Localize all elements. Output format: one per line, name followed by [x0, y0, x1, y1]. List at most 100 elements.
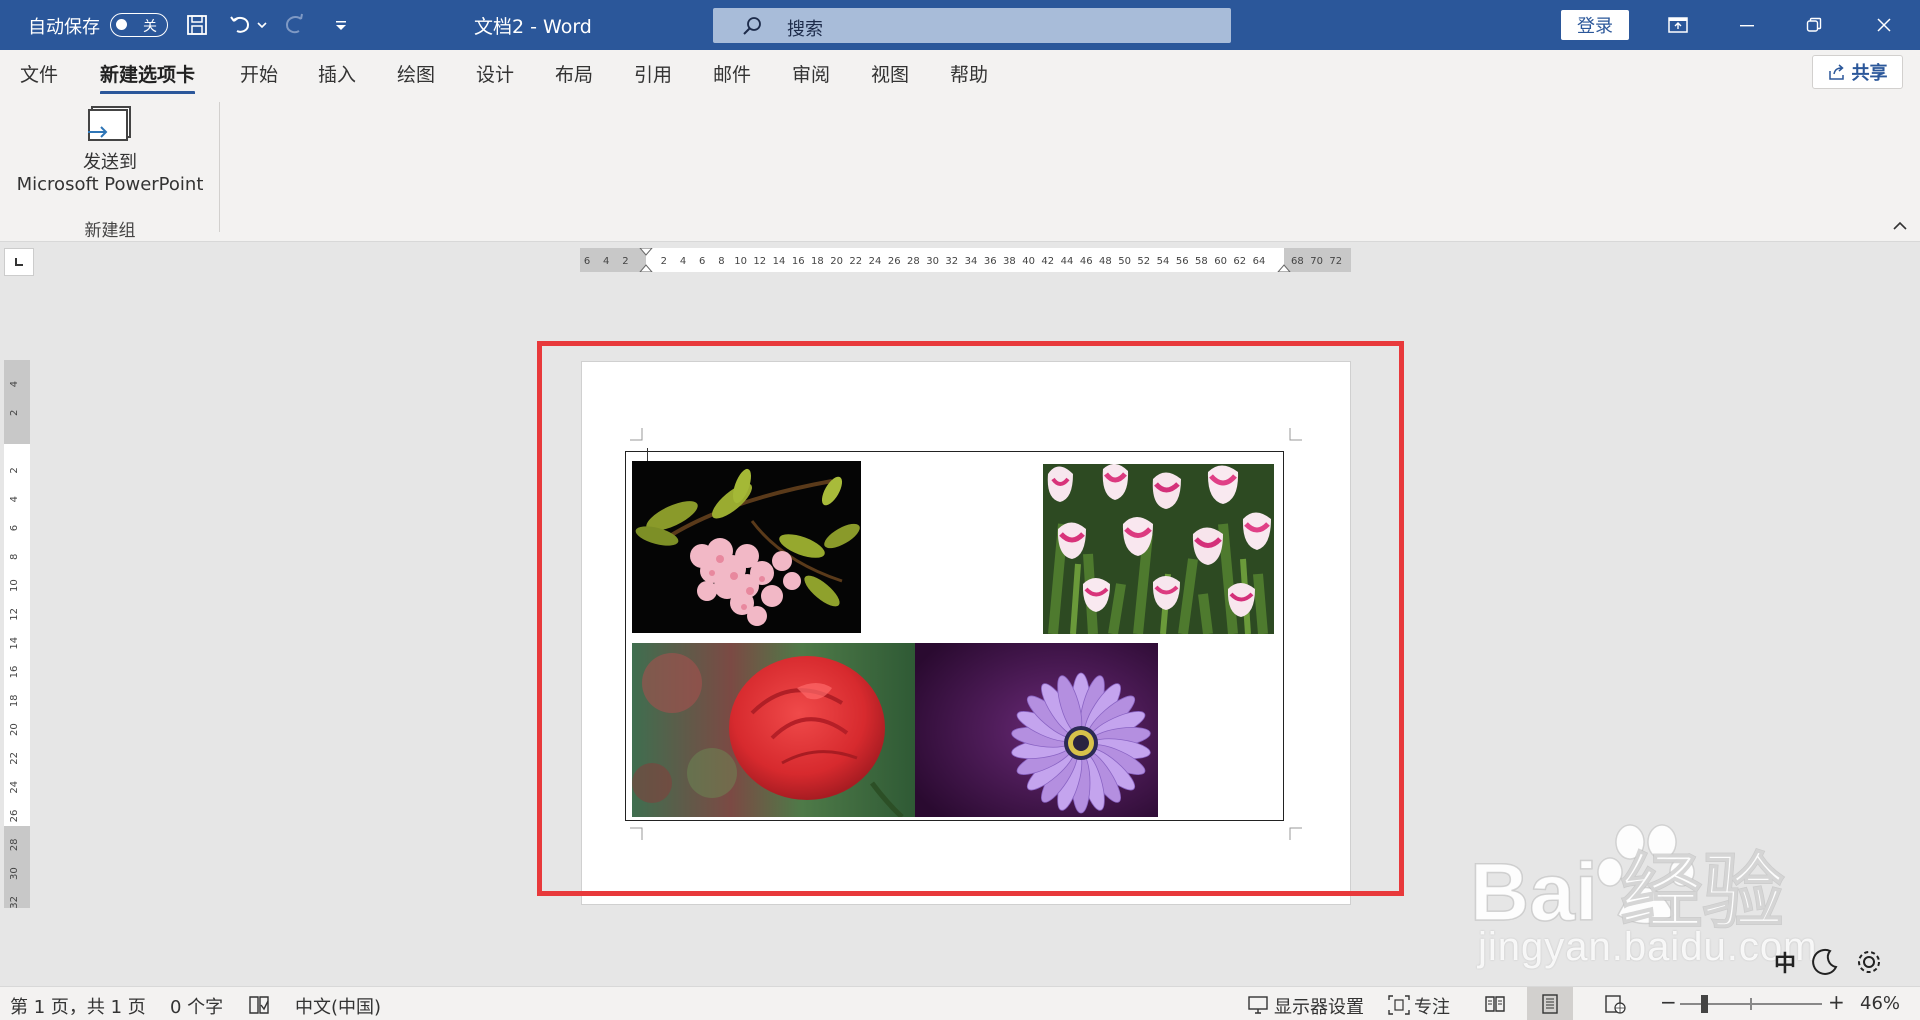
- indent-marker-right[interactable]: [1277, 264, 1291, 272]
- share-icon: [1828, 64, 1844, 80]
- display-settings-icon: [1248, 996, 1268, 1014]
- minimize-icon[interactable]: [1715, 0, 1779, 50]
- title-bar: 自动保存 关 文档2 - Word 搜索 登录: [0, 0, 1920, 50]
- search-icon: [743, 17, 761, 35]
- ime-mode[interactable]: 中: [1774, 946, 1796, 978]
- tab-file[interactable]: 文件: [20, 60, 58, 87]
- v-ruler-label: 30: [9, 867, 20, 880]
- h-ruler-label: 22: [849, 256, 862, 267]
- display-settings[interactable]: 显示器设置: [1274, 993, 1364, 1019]
- zoom-level[interactable]: 46%: [1860, 993, 1900, 1014]
- v-ruler-label: 18: [9, 694, 20, 707]
- tab-home[interactable]: 开始: [240, 60, 278, 87]
- customize-toolbar-icon[interactable]: [326, 10, 356, 40]
- tab-view[interactable]: 视图: [871, 60, 909, 87]
- web-layout-icon[interactable]: [1604, 994, 1626, 1014]
- word-count[interactable]: 0 个字: [170, 993, 223, 1019]
- v-ruler-label: 4: [9, 496, 20, 502]
- toggle-knob: [116, 19, 127, 30]
- v-ruler-label: 6: [9, 525, 20, 531]
- indent-marker-left[interactable]: [639, 248, 653, 272]
- ribbon-display-options-icon[interactable]: [1646, 0, 1710, 50]
- focus-mode[interactable]: 专注: [1414, 993, 1450, 1019]
- v-ruler-label: 2: [9, 410, 20, 416]
- tab-mailings[interactable]: 邮件: [713, 60, 751, 87]
- highlight-annotation: [537, 341, 1404, 896]
- login-button[interactable]: 登录: [1561, 10, 1629, 40]
- autosave-state: 关: [143, 19, 157, 35]
- ribbon-group-label: 新建组: [84, 221, 136, 241]
- tab-insert[interactable]: 插入: [318, 60, 356, 87]
- status-bar: 第 1 页，共 1 页 0 个字 中文(中国) 显示器设置 专注 − + 46%: [0, 986, 1920, 1020]
- undo-dropdown-icon[interactable]: [254, 10, 270, 40]
- vertical-ruler[interactable]: 4 2 2 4 6 8 10 12 14 16 18 20 22 24 26 28 30 32: [4, 360, 30, 908]
- zoom-out-button[interactable]: −: [1660, 990, 1677, 1014]
- save-icon[interactable]: [182, 10, 212, 40]
- h-ruler-label: 50: [1118, 256, 1131, 267]
- language[interactable]: 中文(中国): [295, 993, 381, 1019]
- h-ruler-label: 70: [1310, 256, 1323, 267]
- restore-icon[interactable]: [1782, 0, 1846, 50]
- h-ruler-label: 54: [1157, 256, 1170, 267]
- v-ruler-label: 16: [9, 666, 20, 679]
- h-ruler-label: 68: [1291, 256, 1304, 267]
- zoom-100-tick: [1750, 998, 1752, 1010]
- h-ruler-label: 28: [907, 256, 920, 267]
- v-ruler-label: 12: [9, 608, 20, 621]
- zoom-slider-thumb[interactable]: [1701, 995, 1708, 1013]
- h-ruler-label: 38: [1003, 256, 1016, 267]
- search-box[interactable]: 搜索: [713, 8, 1231, 43]
- tab-references[interactable]: 引用: [634, 60, 672, 87]
- h-ruler-label: 4: [680, 256, 686, 267]
- h-ruler-label: 52: [1137, 256, 1150, 267]
- read-mode-icon[interactable]: [1484, 994, 1506, 1014]
- send-to-powerpoint-button[interactable]: 发送到 Microsoft PowerPoint: [12, 104, 208, 214]
- ribbon-group-separator: [219, 102, 220, 232]
- h-ruler-label: 18: [811, 256, 824, 267]
- tab-selector[interactable]: [4, 248, 34, 276]
- tab-design[interactable]: 设计: [476, 60, 514, 87]
- tab-new-tab[interactable]: 新建选项卡: [100, 60, 196, 95]
- v-ruler-label: 20: [9, 723, 20, 736]
- h-ruler-label: 16: [792, 256, 805, 267]
- h-ruler-label: 6: [584, 256, 590, 267]
- h-ruler-label: 32: [945, 256, 958, 267]
- autosave-label: 自动保存: [28, 17, 100, 38]
- tab-layout[interactable]: 布局: [555, 60, 593, 87]
- h-ruler-label: 56: [1176, 256, 1189, 267]
- tab-help[interactable]: 帮助: [950, 60, 988, 87]
- redo-icon[interactable]: [280, 10, 310, 40]
- collapse-ribbon-icon[interactable]: [1892, 220, 1908, 232]
- zoom-in-button[interactable]: +: [1828, 990, 1845, 1014]
- share-button[interactable]: 共享: [1812, 55, 1903, 89]
- page-info[interactable]: 第 1 页，共 1 页: [10, 993, 146, 1019]
- autosave-toggle[interactable]: 关: [110, 13, 168, 37]
- undo-icon[interactable]: [226, 10, 256, 40]
- print-layout-icon[interactable]: [1540, 994, 1560, 1014]
- v-ruler-label: 10: [9, 579, 20, 592]
- h-ruler-label: 2: [661, 256, 667, 267]
- horizontal-ruler[interactable]: 6 4 2 2 4 6 8 10 12 14 16 18 20 22 24 26 28 30 32 34 36 38 40 4…: [580, 248, 1351, 272]
- ribbon: 发送到 Microsoft PowerPoint 新建组: [0, 94, 1920, 242]
- close-icon[interactable]: [1852, 0, 1916, 50]
- v-ruler-label: 8: [9, 554, 20, 560]
- v-ruler-label: 26: [9, 810, 20, 823]
- h-ruler-label: 8: [718, 256, 724, 267]
- tab-draw[interactable]: 绘图: [397, 60, 435, 87]
- h-ruler-label: 24: [869, 256, 882, 267]
- focus-icon: [1388, 995, 1410, 1015]
- h-ruler-label: 58: [1195, 256, 1208, 267]
- send-button-line2: Microsoft PowerPoint: [16, 174, 204, 195]
- tab-review[interactable]: 审阅: [792, 60, 830, 87]
- h-ruler-label: 72: [1329, 256, 1342, 267]
- h-ruler-label: 20: [830, 256, 843, 267]
- h-ruler-label: 2: [622, 256, 628, 267]
- h-ruler-label: 44: [1061, 256, 1074, 267]
- h-ruler-label: 10: [734, 256, 747, 267]
- proofing-icon[interactable]: [248, 995, 270, 1015]
- gear-icon[interactable]: [1854, 947, 1884, 977]
- v-ruler-label: 28: [9, 838, 20, 851]
- h-ruler-label: 30: [926, 256, 939, 267]
- moon-icon[interactable]: [1810, 947, 1840, 977]
- ribbon-tabs: 文件 新建选项卡 开始 插入 绘图 设计 布局 引用 邮件 审阅 视图 帮助 共…: [0, 50, 1920, 95]
